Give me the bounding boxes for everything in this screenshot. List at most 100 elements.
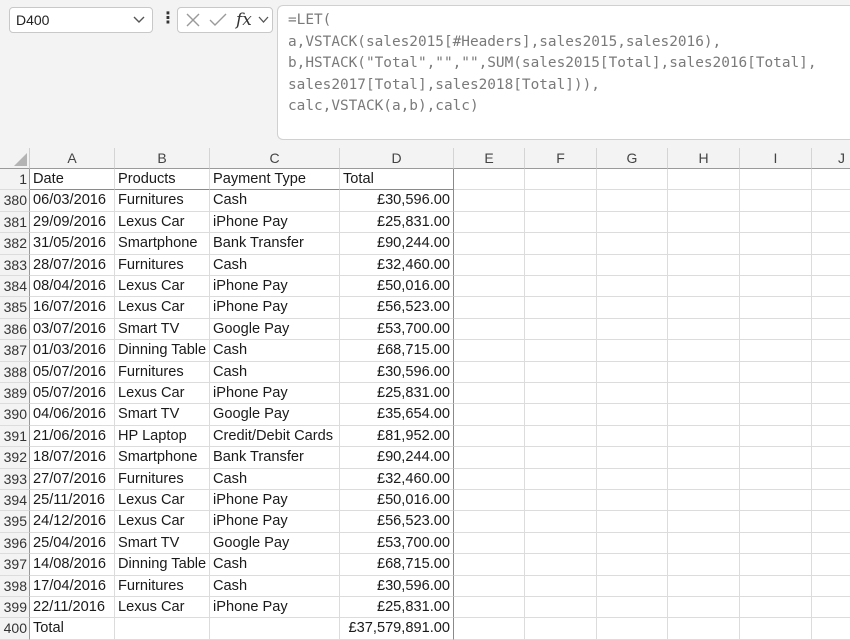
cell-d-395[interactable]: £56,523.00 (340, 511, 454, 533)
row-header[interactable]: 395 (0, 511, 30, 533)
cell-f-391[interactable] (525, 425, 597, 448)
cell-c-383[interactable]: Cash (210, 254, 340, 276)
cell-b-383[interactable]: Furnitures (115, 254, 210, 276)
column-header-i[interactable]: I (740, 148, 812, 169)
cell-j-398[interactable] (812, 576, 850, 597)
cell-f-396[interactable] (525, 532, 597, 555)
cell-f-393[interactable] (525, 468, 597, 490)
cell-d-391[interactable]: £81,952.00 (340, 425, 454, 448)
cell-j-387[interactable] (812, 340, 850, 362)
row-header[interactable]: 380 (0, 190, 30, 212)
cell-h-389[interactable] (668, 383, 740, 405)
cell-e-382[interactable] (454, 233, 525, 255)
cell-d-384[interactable]: £50,016.00 (340, 276, 454, 298)
cell-a-382[interactable]: 31/05/2016 (30, 233, 115, 255)
cell-f-1[interactable] (525, 169, 597, 191)
row-header[interactable]: 382 (0, 233, 30, 255)
row-header[interactable]: 392 (0, 447, 30, 469)
cell-b-392[interactable]: Smartphone (115, 447, 210, 469)
cell-b-1[interactable]: Products (115, 169, 210, 191)
cell-g-381[interactable] (597, 211, 668, 234)
cell-j-397[interactable] (812, 554, 850, 576)
cell-g-397[interactable] (597, 554, 668, 576)
cancel-icon[interactable] (185, 12, 201, 28)
cell-h-392[interactable] (668, 447, 740, 469)
cell-c-385[interactable]: iPhone Pay (210, 297, 340, 319)
cell-f-397[interactable] (525, 554, 597, 576)
cell-d-389[interactable]: £25,831.00 (340, 383, 454, 405)
cell-f-381[interactable] (525, 211, 597, 234)
cell-a-388[interactable]: 05/07/2016 (30, 361, 115, 383)
cell-a-391[interactable]: 21/06/2016 (30, 425, 115, 448)
cell-j-385[interactable] (812, 297, 850, 319)
cell-i-392[interactable] (740, 447, 812, 469)
row-header[interactable]: 399 (0, 597, 30, 619)
cell-j-381[interactable] (812, 212, 850, 234)
row-header[interactable]: 384 (0, 276, 30, 298)
chevron-down-icon[interactable] (132, 14, 146, 26)
cell-j-392[interactable] (812, 447, 850, 469)
row-header[interactable]: 387 (0, 340, 30, 362)
cell-c-381[interactable]: iPhone Pay (210, 211, 340, 234)
cell-g-399[interactable] (597, 597, 668, 619)
cell-j-383[interactable] (812, 255, 850, 276)
cell-d-386[interactable]: £53,700.00 (340, 318, 454, 341)
cell-f-384[interactable] (525, 276, 597, 298)
cell-g-398[interactable] (597, 575, 668, 597)
cell-d-387[interactable]: £68,715.00 (340, 340, 454, 362)
name-box[interactable]: D400 (9, 7, 153, 33)
cell-g-391[interactable] (597, 425, 668, 448)
cell-h-382[interactable] (668, 233, 740, 255)
cell-d-383[interactable]: £32,460.00 (340, 254, 454, 276)
cell-c-397[interactable]: Cash (210, 554, 340, 576)
cell-h-1[interactable] (668, 169, 740, 191)
cell-b-380[interactable]: Furnitures (115, 190, 210, 212)
cell-a-383[interactable]: 28/07/2016 (30, 254, 115, 276)
select-all-button[interactable] (0, 148, 30, 169)
cell-c-392[interactable]: Bank Transfer (210, 447, 340, 469)
cell-h-394[interactable] (668, 490, 740, 512)
column-header-h[interactable]: H (668, 148, 740, 169)
cell-e-389[interactable] (454, 383, 525, 405)
cell-j-395[interactable] (812, 511, 850, 533)
cell-i-385[interactable] (740, 297, 812, 319)
cell-d-398[interactable]: £30,596.00 (340, 575, 454, 597)
column-header-f[interactable]: F (525, 148, 597, 169)
cell-a-398[interactable]: 17/04/2016 (30, 575, 115, 597)
cell-a-396[interactable]: 25/04/2016 (30, 532, 115, 555)
cell-c-395[interactable]: iPhone Pay (210, 511, 340, 533)
cell-f-398[interactable] (525, 575, 597, 597)
row-header[interactable]: 388 (0, 361, 30, 383)
cell-j-386[interactable] (812, 319, 850, 341)
cell-g-394[interactable] (597, 490, 668, 512)
cell-e-384[interactable] (454, 276, 525, 298)
cell-c-384[interactable]: iPhone Pay (210, 276, 340, 298)
cell-h-381[interactable] (668, 211, 740, 234)
cell-f-389[interactable] (525, 383, 597, 405)
cell-g-383[interactable] (597, 254, 668, 276)
cell-j-390[interactable] (812, 404, 850, 426)
cell-i-1[interactable] (740, 169, 812, 191)
cell-c-380[interactable]: Cash (210, 190, 340, 212)
cell-i-397[interactable] (740, 554, 812, 576)
column-header-a[interactable]: A (30, 148, 115, 169)
cell-e-390[interactable] (454, 404, 525, 426)
cell-g-396[interactable] (597, 532, 668, 555)
cell-b-381[interactable]: Lexus Car (115, 211, 210, 234)
cell-d-396[interactable]: £53,700.00 (340, 532, 454, 555)
cell-j-389[interactable] (812, 383, 850, 405)
column-header-d[interactable]: D (340, 148, 454, 169)
cell-g-385[interactable] (597, 297, 668, 319)
cell-f-385[interactable] (525, 297, 597, 319)
cell-d-394[interactable]: £50,016.00 (340, 490, 454, 512)
cell-a-380[interactable]: 06/03/2016 (30, 190, 115, 212)
column-header-g[interactable]: G (597, 148, 668, 169)
column-header-j[interactable]: J (812, 148, 850, 169)
row-header[interactable]: 389 (0, 383, 30, 405)
cell-c-390[interactable]: Google Pay (210, 404, 340, 426)
cell-e-392[interactable] (454, 447, 525, 469)
row-header[interactable]: 394 (0, 490, 30, 512)
cell-d-388[interactable]: £30,596.00 (340, 361, 454, 383)
cell-h-399[interactable] (668, 597, 740, 619)
cell-f-395[interactable] (525, 511, 597, 533)
